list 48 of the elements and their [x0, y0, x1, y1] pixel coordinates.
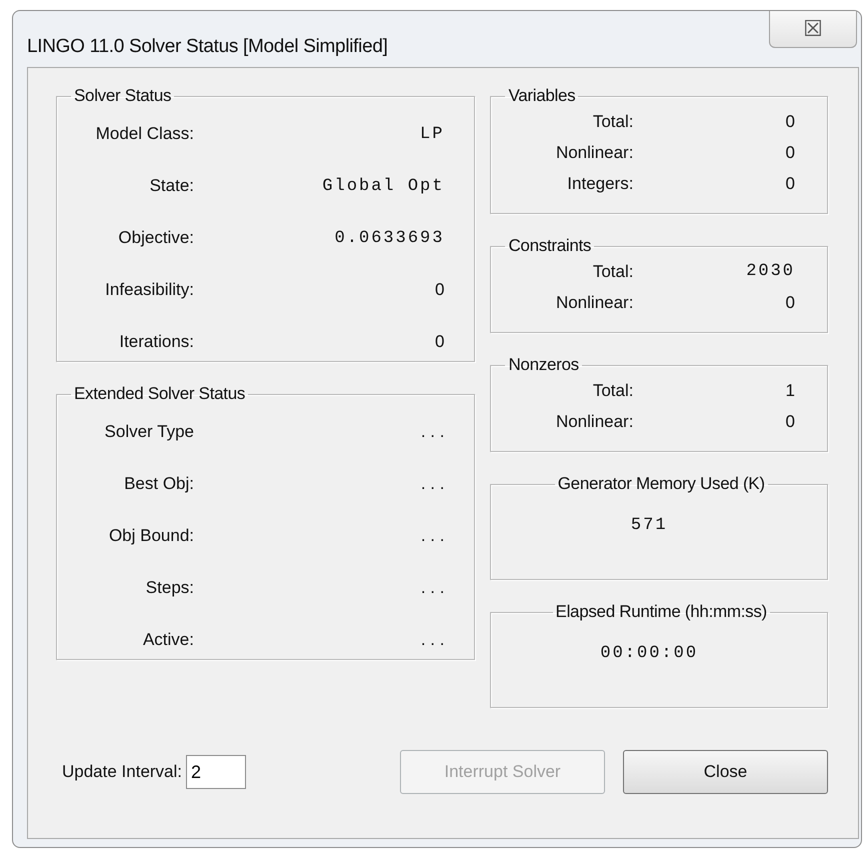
- field-value: 0: [434, 332, 446, 352]
- field-value: 0: [784, 142, 796, 162]
- field-label: Infeasibility:: [104, 280, 194, 300]
- field-label: State:: [148, 176, 194, 196]
- field-value: . . .: [420, 578, 446, 598]
- field-label: Integers:: [566, 174, 634, 194]
- field-label: Update Interval:: [62, 762, 182, 782]
- field-label: Objective:: [117, 228, 194, 248]
- input-field[interactable]: 2: [186, 755, 246, 789]
- field-label: Total:: [592, 380, 634, 400]
- close-button[interactable]: ☒: [769, 11, 857, 48]
- field-label: Nonlinear:: [554, 412, 634, 432]
- field-label: Solver Type: [104, 422, 194, 442]
- field-label: Steps:: [144, 578, 194, 598]
- field-value: 0: [784, 174, 796, 194]
- field-label: Nonlinear:: [554, 292, 634, 312]
- field-value: . . .: [420, 422, 446, 442]
- field-value: 0: [784, 292, 796, 312]
- group-title: Variables: [507, 86, 576, 106]
- group-title: Constraints: [507, 236, 592, 256]
- field-value: . . .: [420, 526, 446, 546]
- field-label: Iterations:: [118, 332, 194, 352]
- field-value: 0: [784, 412, 796, 432]
- field-value: Global Opt: [321, 176, 446, 196]
- field-label: Total:: [592, 112, 634, 132]
- group-title: Generator Memory Used (K): [556, 474, 766, 494]
- field-value: 571: [630, 516, 669, 535]
- group-title: Nonzeros: [507, 355, 580, 375]
- field-label: Nonlinear:: [554, 142, 634, 162]
- field-value: 2030: [745, 262, 796, 281]
- field-label: Active:: [142, 630, 194, 650]
- window-title: LINGO 11.0 Solver Status [Model Simplified]: [27, 36, 388, 58]
- group-title: Solver Status: [73, 86, 172, 106]
- field-label: Total:: [592, 262, 634, 282]
- field-value: 1: [784, 380, 796, 400]
- field-label: Obj Bound:: [108, 526, 194, 546]
- field-value: 00:00:00: [600, 644, 700, 663]
- field-value: 0: [784, 112, 796, 132]
- field-value: 0.0633693: [334, 228, 446, 248]
- group-title: Elapsed Runtime (hh:mm:ss): [554, 602, 768, 622]
- field-label: Best Obj:: [123, 474, 194, 494]
- dialog-button[interactable]: Close: [623, 750, 828, 794]
- field-value: 0: [434, 280, 446, 300]
- field-value: . . .: [420, 630, 446, 650]
- group-title: Extended Solver Status: [73, 384, 246, 404]
- field-value: LP: [419, 124, 446, 144]
- field-value: . . .: [420, 474, 446, 494]
- field-label: Model Class:: [94, 124, 194, 144]
